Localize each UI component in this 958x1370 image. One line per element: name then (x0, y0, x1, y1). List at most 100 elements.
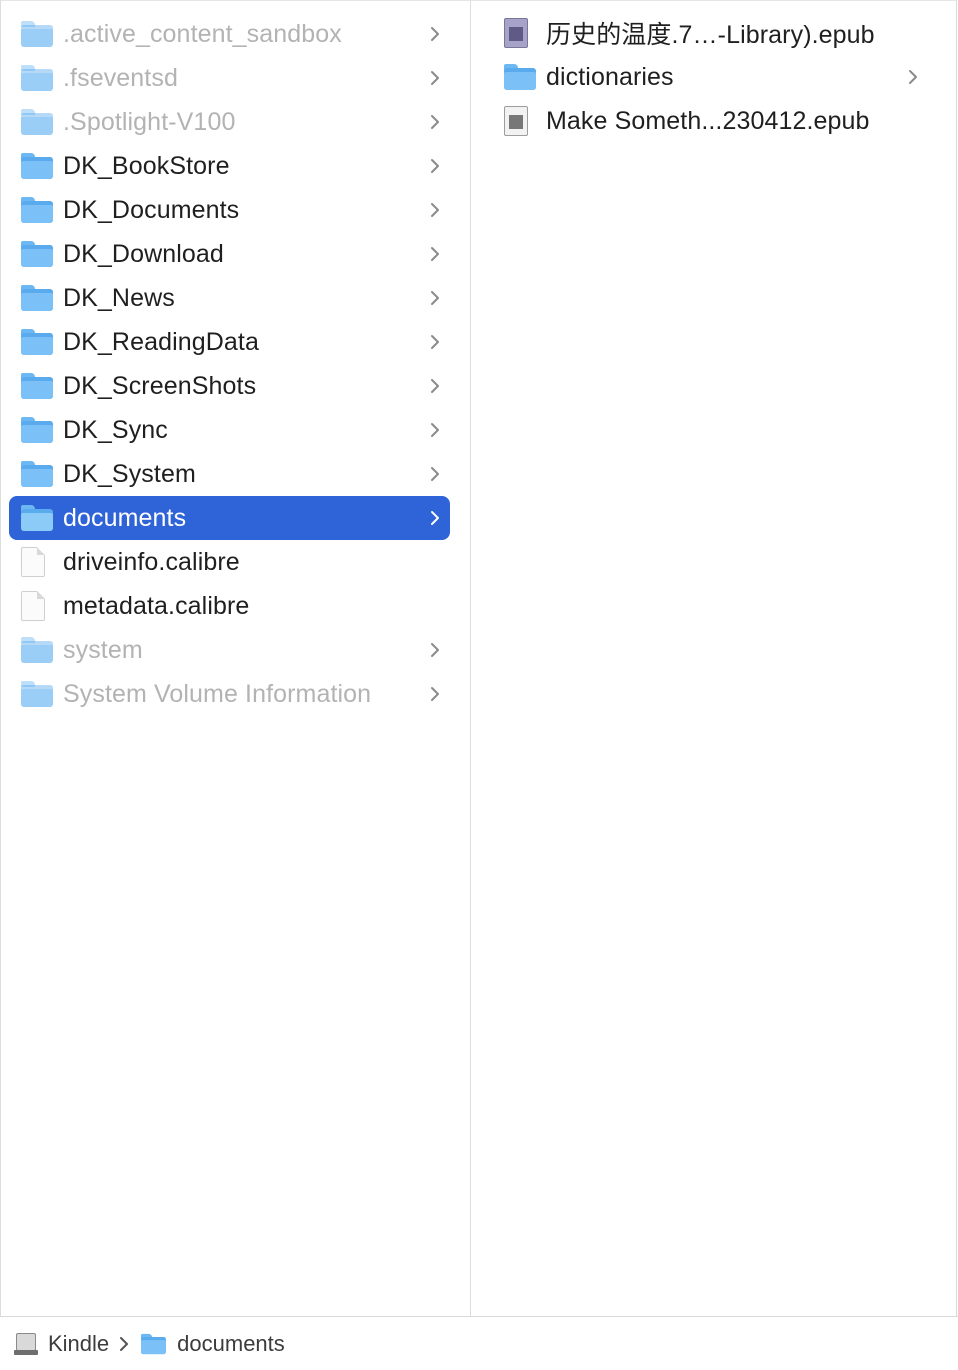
row-icon (9, 320, 63, 364)
path-bar: Kindle documents (0, 1316, 958, 1370)
row-icon (9, 364, 63, 408)
epub-icon (504, 106, 528, 136)
row-icon (9, 584, 63, 628)
list-item-dk-readingdata[interactable]: DK_ReadingData (9, 320, 450, 364)
column-kindle-root[interactable]: .active_content_sandbox .fseventsd .Spotli… (0, 0, 470, 1316)
row-icon (9, 496, 63, 540)
chevron-right-icon (430, 56, 440, 100)
chevron-right-icon (430, 100, 440, 144)
row-icon (492, 55, 546, 99)
folder-icon (21, 681, 53, 707)
folder-icon (504, 64, 536, 90)
folder-icon (21, 65, 53, 91)
path-item-kindle[interactable]: Kindle (48, 1331, 109, 1357)
folder-icon (21, 241, 53, 267)
row-icon (9, 12, 63, 56)
path-separator-icon (119, 1336, 129, 1351)
chevron-right-icon (908, 55, 918, 99)
column-1-list: .active_content_sandbox .fseventsd .Spotli… (9, 12, 450, 716)
list-item-dk-news[interactable]: DK_News (9, 276, 450, 320)
folder-icon (21, 197, 53, 223)
list-item-label: DK_Sync (63, 415, 168, 444)
chevron-right-icon (430, 672, 440, 716)
row-icon (9, 276, 63, 320)
row-icon (9, 188, 63, 232)
list-item-dk-bookstore[interactable]: DK_BookStore (9, 144, 450, 188)
list-item-label: DK_BookStore (63, 151, 230, 180)
list-item-dk-sync[interactable]: DK_Sync (9, 408, 450, 452)
row-icon (492, 99, 546, 143)
list-item-label: driveinfo.calibre (63, 547, 240, 576)
folder-icon (21, 505, 53, 531)
row-icon (9, 100, 63, 144)
list-item-dk-system[interactable]: DK_System (9, 452, 450, 496)
list-item-metadata-calibre[interactable]: metadata.calibre (9, 584, 450, 628)
list-item-label: system (63, 635, 143, 664)
list-item-label: DK_ReadingData (63, 327, 259, 356)
row-icon (9, 540, 63, 584)
list-item-dictionaries[interactable]: dictionaries (492, 55, 928, 99)
folder-icon (21, 461, 53, 487)
list-item-label: DK_Documents (63, 195, 240, 224)
chevron-right-icon (430, 320, 440, 364)
chevron-right-icon (430, 452, 440, 496)
list-item-label: DK_News (63, 283, 175, 312)
chevron-right-icon (430, 12, 440, 56)
list-item-label: .active_content_sandbox (63, 19, 342, 48)
list-item-dk-screenshots[interactable]: DK_ScreenShots (9, 364, 450, 408)
row-icon (9, 144, 63, 188)
path-item-documents[interactable]: documents (177, 1331, 285, 1357)
row-icon (9, 56, 63, 100)
finder-window: .active_content_sandbox .fseventsd .Spotli… (0, 0, 958, 1370)
list-item-label: .Spotlight-V100 (63, 107, 236, 136)
folder-icon (21, 153, 53, 179)
folder-icon (21, 637, 53, 663)
row-icon (492, 11, 546, 55)
chevron-right-icon (430, 408, 440, 452)
chevron-right-icon (430, 628, 440, 672)
row-icon (9, 672, 63, 716)
epub-icon (504, 18, 528, 48)
row-icon (9, 408, 63, 452)
folder-icon (21, 329, 53, 355)
list-item-label: .fseventsd (63, 63, 178, 92)
list-item-label: DK_Download (63, 239, 224, 268)
list-item-dk-documents[interactable]: DK_Documents (9, 188, 450, 232)
chevron-right-icon (430, 144, 440, 188)
list-item-label: documents (63, 503, 187, 532)
list-item-label: dictionaries (546, 62, 674, 91)
row-icon (9, 452, 63, 496)
folder-icon (21, 285, 53, 311)
chevron-right-icon (430, 188, 440, 232)
list-item-dk-download[interactable]: DK_Download (9, 232, 450, 276)
list-item-fseventsd[interactable]: .fseventsd (9, 56, 450, 100)
list-item-label: System Volume Information (63, 679, 372, 708)
list-item-spotlight-v100[interactable]: .Spotlight-V100 (9, 100, 450, 144)
list-item-label: DK_System (63, 459, 196, 488)
row-icon (9, 628, 63, 672)
chevron-right-icon (430, 364, 440, 408)
list-item-label: metadata.calibre (63, 591, 250, 620)
list-item-system-volume-information[interactable]: System Volume Information (9, 672, 450, 716)
list-item-system[interactable]: system (9, 628, 450, 672)
list-item-driveinfo-calibre[interactable]: driveinfo.calibre (9, 540, 450, 584)
folder-icon (21, 373, 53, 399)
list-item-label: Make Someth...230412.epub (546, 106, 870, 135)
document-icon (21, 591, 45, 621)
list-item-7-library-epub[interactable]: 历史的温度.7…-Library).epub (492, 11, 928, 55)
chevron-right-icon (430, 496, 440, 540)
list-item-documents[interactable]: documents (9, 496, 450, 540)
list-item-active-content-sandbox[interactable]: .active_content_sandbox (9, 12, 450, 56)
list-item-label: DK_ScreenShots (63, 371, 257, 400)
folder-icon (141, 1333, 167, 1354)
chevron-right-icon (430, 276, 440, 320)
folder-icon (21, 417, 53, 443)
chevron-right-icon (430, 232, 440, 276)
folder-icon (21, 109, 53, 135)
column-documents[interactable] (470, 0, 957, 1316)
external-disk-icon (14, 1332, 38, 1355)
column-2-list: 历史的温度.7…-Library).epub dictionaries Make S… (492, 11, 938, 143)
document-icon (21, 547, 45, 577)
row-icon (9, 232, 63, 276)
list-item-make-someth-230412-epub[interactable]: Make Someth...230412.epub (492, 99, 928, 143)
